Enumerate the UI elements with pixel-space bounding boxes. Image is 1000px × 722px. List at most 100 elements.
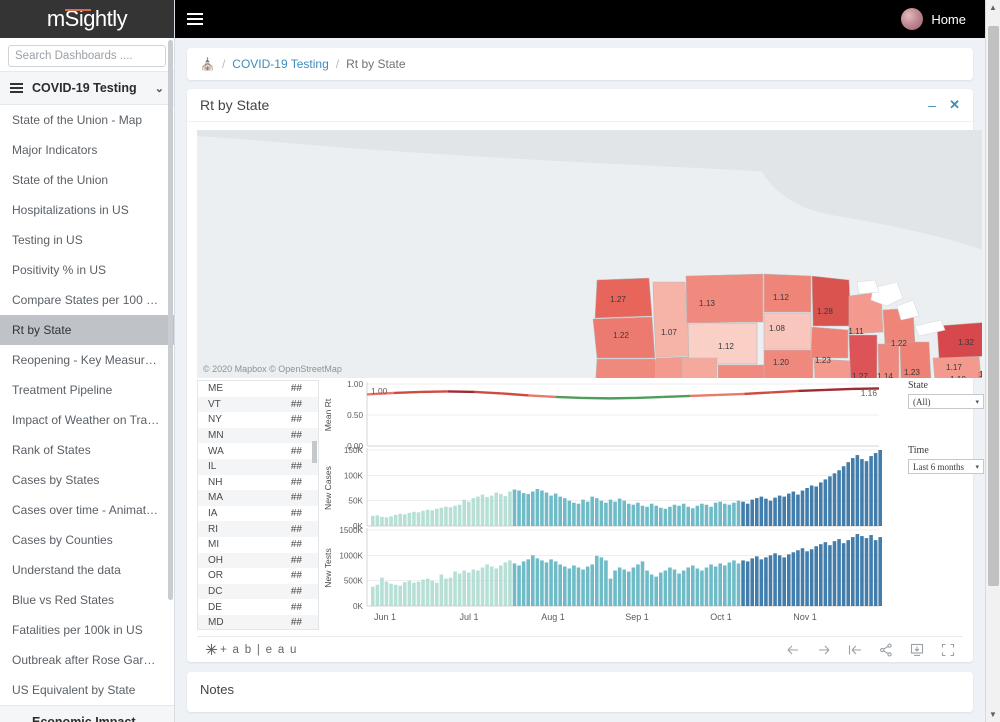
sidebar-item-major-indicators[interactable]: Major Indicators xyxy=(0,135,174,165)
sidebar-item-rank-of-states[interactable]: Rank of States xyxy=(0,435,174,465)
bar[interactable] xyxy=(627,571,631,606)
bar[interactable] xyxy=(800,490,805,526)
map-state-ut[interactable] xyxy=(681,357,718,378)
bar[interactable] xyxy=(700,503,704,526)
scroll-down-icon[interactable]: ▼ xyxy=(989,710,997,719)
state-list-row[interactable]: RI ## xyxy=(198,521,318,537)
bar[interactable] xyxy=(471,569,476,606)
bar[interactable] xyxy=(832,473,837,526)
bar[interactable] xyxy=(777,495,782,526)
bar[interactable] xyxy=(755,556,759,606)
bar[interactable] xyxy=(380,516,384,526)
bar[interactable] xyxy=(617,567,622,606)
bar[interactable] xyxy=(645,506,649,526)
bar[interactable] xyxy=(485,564,489,606)
bar[interactable] xyxy=(851,458,855,526)
bar[interactable] xyxy=(503,496,508,526)
bar[interactable] xyxy=(709,564,713,606)
bar[interactable] xyxy=(704,504,709,526)
bar[interactable] xyxy=(471,498,476,526)
bar[interactable] xyxy=(576,503,581,526)
bar[interactable] xyxy=(613,570,617,606)
bar[interactable] xyxy=(521,493,526,526)
bar[interactable] xyxy=(672,569,677,606)
state-list-row[interactable]: DC ## xyxy=(198,583,318,600)
bar[interactable] xyxy=(750,499,754,526)
state-list-row[interactable]: VT ## xyxy=(198,396,318,413)
bar[interactable] xyxy=(412,511,416,526)
bar[interactable] xyxy=(563,498,567,526)
page-scrollbar[interactable]: ▲ ▼ xyxy=(985,0,1000,722)
sidebar-item-cases-by-states[interactable]: Cases by States xyxy=(0,465,174,495)
bar[interactable] xyxy=(425,509,430,526)
bar[interactable] xyxy=(860,459,864,526)
bar[interactable] xyxy=(677,505,681,526)
bar[interactable] xyxy=(832,541,837,606)
bar[interactable] xyxy=(681,570,686,606)
bar[interactable] xyxy=(567,500,572,526)
bar[interactable] xyxy=(435,508,439,526)
sidebar-item-rt-by-state[interactable]: Rt by State xyxy=(0,315,174,345)
sidebar-item-reopening-key-measures-by[interactable]: Reopening - Key Measures by .. xyxy=(0,345,174,375)
bar[interactable] xyxy=(371,515,375,526)
bar[interactable] xyxy=(430,580,434,606)
bar[interactable] xyxy=(599,557,604,606)
bar[interactable] xyxy=(531,555,535,606)
state-list-row[interactable]: WA ## xyxy=(198,443,318,459)
bar[interactable] xyxy=(604,502,608,526)
sidebar-item-hospitalizations-in-us[interactable]: Hospitalizations in US xyxy=(0,195,174,225)
map-state-mt[interactable] xyxy=(685,273,764,324)
bar[interactable] xyxy=(435,582,439,606)
bar[interactable] xyxy=(782,496,786,526)
map-state-co[interactable] xyxy=(717,364,766,378)
bar[interactable] xyxy=(878,450,882,526)
bar[interactable] xyxy=(755,498,759,526)
bar[interactable] xyxy=(659,507,663,526)
bar[interactable] xyxy=(777,555,782,606)
bar[interactable] xyxy=(713,502,718,526)
bar[interactable] xyxy=(732,502,736,526)
bar[interactable] xyxy=(773,553,777,606)
bar[interactable] xyxy=(645,570,649,606)
bar[interactable] xyxy=(864,538,869,606)
bar[interactable] xyxy=(398,513,402,526)
bar[interactable] xyxy=(768,555,773,606)
bar[interactable] xyxy=(444,578,448,606)
state-list-scrollbar[interactable] xyxy=(312,441,317,463)
share-icon[interactable] xyxy=(879,642,893,657)
bar[interactable] xyxy=(604,560,608,606)
bar[interactable] xyxy=(686,567,690,606)
state-list-row[interactable]: NH ## xyxy=(198,475,318,491)
sidebar-item-cases-by-counties[interactable]: Cases by Counties xyxy=(0,525,174,555)
bar[interactable] xyxy=(718,501,722,526)
sidebar-item-us-equivalent-by-state[interactable]: US Equivalent by State xyxy=(0,675,174,705)
bar[interactable] xyxy=(873,540,878,606)
bar[interactable] xyxy=(741,560,745,606)
bar[interactable] xyxy=(823,542,828,606)
bar[interactable] xyxy=(736,563,741,606)
bar[interactable] xyxy=(453,505,457,526)
sidebar-item-impact-of-weather-on-transmi[interactable]: Impact of Weather on Transmi.. xyxy=(0,405,174,435)
bar[interactable] xyxy=(549,559,553,606)
state-list-row[interactable]: NY ## xyxy=(198,412,318,428)
bar[interactable] xyxy=(462,499,466,526)
bar[interactable] xyxy=(864,461,869,526)
bar[interactable] xyxy=(558,564,562,606)
bar[interactable] xyxy=(695,505,700,526)
fullscreen-icon[interactable] xyxy=(941,643,955,657)
bar[interactable] xyxy=(745,561,750,606)
bar[interactable] xyxy=(393,514,398,526)
bar[interactable] xyxy=(773,497,777,526)
bar[interactable] xyxy=(540,490,544,526)
bar[interactable] xyxy=(590,496,594,526)
bar[interactable] xyxy=(809,485,814,526)
bar[interactable] xyxy=(800,548,805,606)
sidebar-group-economic-impact-in-us[interactable]: Economic Impact in US⌄ xyxy=(0,705,174,722)
bar[interactable] xyxy=(576,567,581,606)
bar[interactable] xyxy=(796,494,800,526)
state-list-row[interactable]: MD ## xyxy=(198,614,318,629)
bar[interactable] xyxy=(476,496,480,526)
bar[interactable] xyxy=(503,562,508,606)
bar[interactable] xyxy=(851,537,855,606)
bar[interactable] xyxy=(384,517,389,526)
